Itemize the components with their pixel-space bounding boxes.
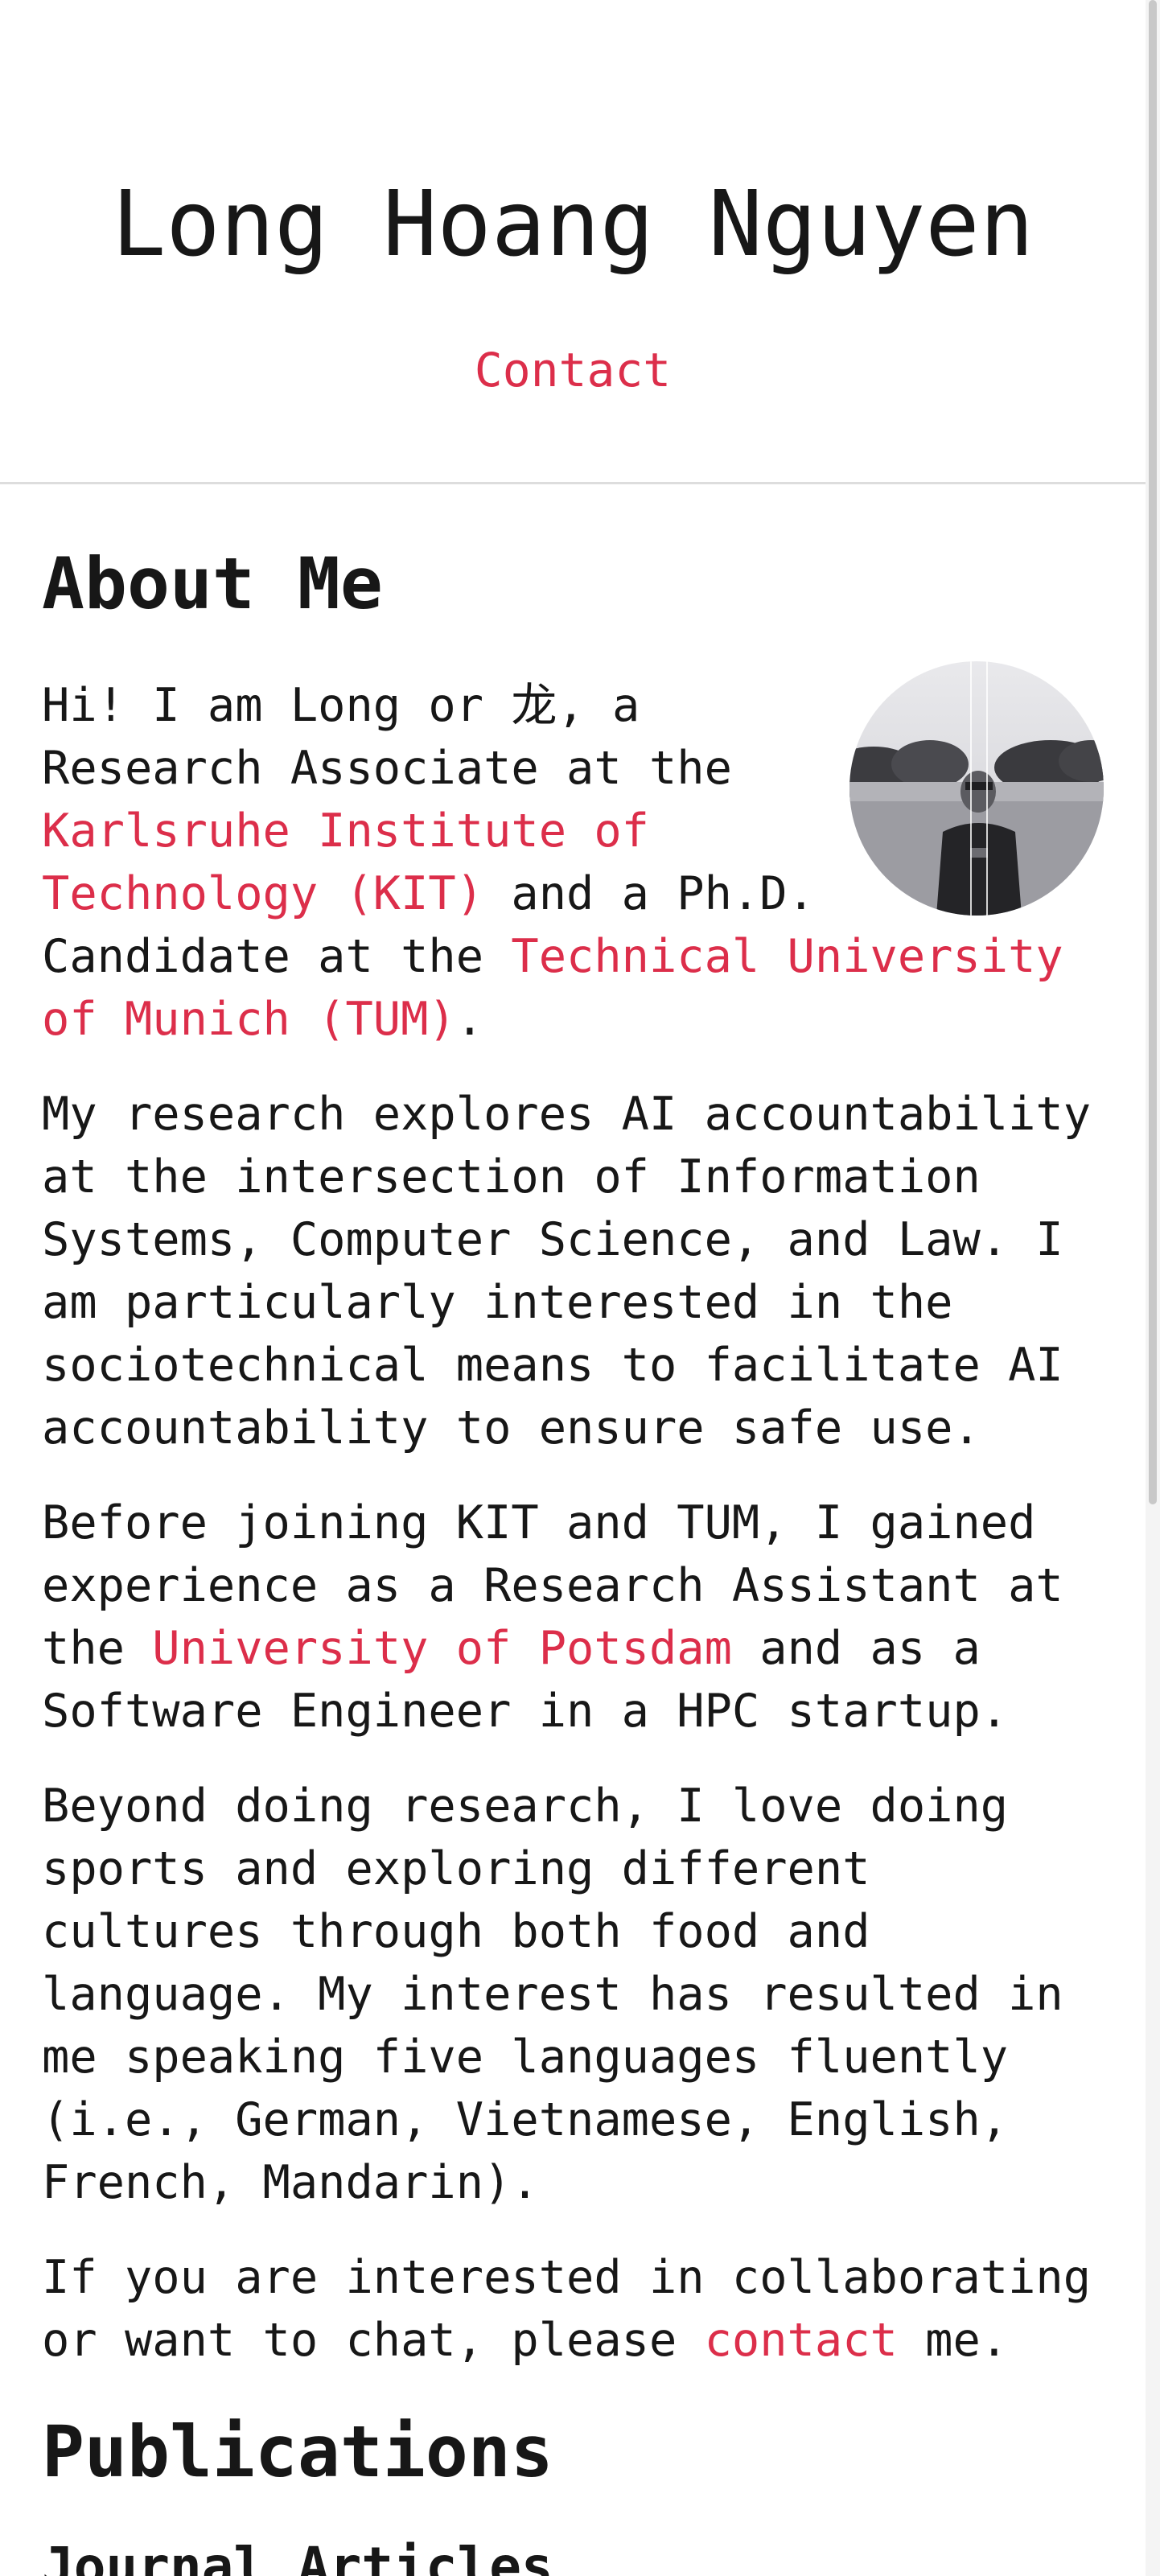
profile-photo-image [849, 661, 1104, 916]
publications-heading: Publications [42, 2410, 553, 2493]
about-paragraph-experience: Before joining KIT and TUM, I gained exp… [42, 1492, 1104, 1743]
main-content: About Me Hi! I am Long or 龙, a Research … [0, 484, 1146, 2576]
site-header: Long Hoang Nguyen Contact [0, 0, 1146, 484]
about-paragraph-hobbies: Beyond doing research, I love doing spor… [42, 1780, 1063, 2209]
page: Long Hoang Nguyen Contact About Me Hi! I… [0, 0, 1146, 2576]
intro-text-1: Hi! I am Long or 龙, a Research Associate… [42, 679, 732, 795]
contact-inline-link[interactable]: contact [705, 2314, 898, 2367]
contact-nav-link[interactable]: Contact [0, 343, 1146, 399]
about-paragraph-research: My research explores AI accountability a… [42, 1088, 1092, 1455]
site-title: Long Hoang Nguyen [111, 172, 1035, 277]
potsdam-link[interactable]: University of Potsdam [152, 1622, 732, 1675]
scrollbar-thumb[interactable] [1149, 0, 1157, 1504]
about-section: Hi! I am Long or 龙, a Research Associate… [42, 661, 1104, 2372]
about-heading: About Me [42, 542, 383, 625]
contact-text-2: me. [897, 2314, 1009, 2367]
journal-articles-heading: Journal Articles [42, 2535, 553, 2576]
profile-photo [849, 661, 1104, 916]
scrollbar[interactable] [1146, 0, 1160, 2576]
about-paragraph-contact: If you are interested in collaborating o… [42, 2246, 1104, 2372]
intro-text-3: . [455, 993, 484, 1046]
